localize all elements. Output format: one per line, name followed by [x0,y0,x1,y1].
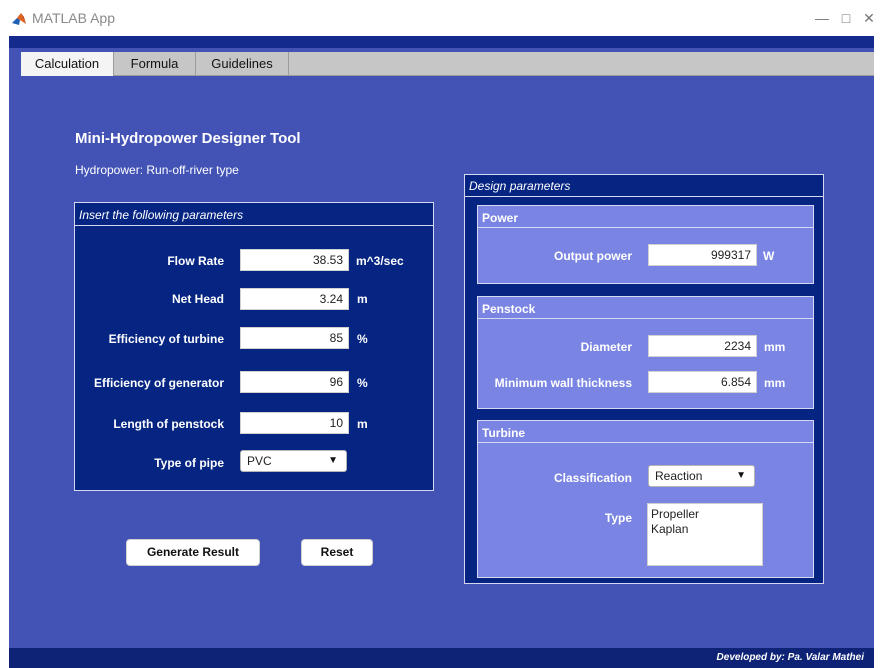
tab-guidelines[interactable]: Guidelines [196,52,289,76]
tab-formula[interactable]: Formula [114,52,196,76]
page-subtitle: Hydropower: Run-off-river type [75,163,239,177]
net-head-field[interactable]: 3.24 [240,288,349,310]
list-item[interactable]: Propeller [651,507,762,522]
wall-thickness-unit: mm [764,376,786,390]
penstock-panel-title: Penstock [482,302,536,316]
list-item[interactable]: Kaplan [651,522,762,537]
flow-rate-unit: m^3/sec [356,254,404,268]
diameter-field[interactable]: 2234 [648,335,757,357]
output-power-label: Output power [554,249,632,263]
net-head-label: Net Head [171,292,224,306]
turbine-efficiency-field[interactable]: 85 [240,327,349,349]
panel-divider [75,225,433,226]
type-label: Type [604,511,632,525]
pipe-type-label: Type of pipe [154,456,224,470]
tab-calculation[interactable]: Calculation [21,52,114,76]
output-power-unit: W [763,249,775,263]
turbine-efficiency-unit: % [357,332,368,346]
panel-divider [465,196,823,197]
wall-thickness-field[interactable]: 6.854 [648,371,757,393]
generator-efficiency-field[interactable]: 96 [240,371,349,393]
penstock-length-unit: m [357,417,368,431]
classification-value: Reaction [655,469,703,483]
net-head-unit: m [357,292,368,306]
flow-rate-label: Flow Rate [167,254,224,268]
matlab-icon [11,11,27,27]
output-power-field[interactable]: 999317 [648,244,757,266]
title-bar [0,0,882,36]
close-icon[interactable]: ✕ [859,8,879,28]
turbine-efficiency-label: Efficiency of turbine [108,332,224,346]
diameter-unit: mm [764,340,786,354]
generate-result-button[interactable]: Generate Result [126,539,260,566]
penstock-length-label: Length of penstock [113,417,224,431]
flow-rate-field[interactable]: 38.53 [240,249,349,271]
input-panel-title: Insert the following parameters [79,208,244,222]
reset-button[interactable]: Reset [301,539,373,566]
minimize-icon[interactable]: — [812,8,832,28]
page-title: Mini-Hydropower Designer Tool [75,130,301,147]
turbine-type-listbox[interactable]: Propeller Kaplan [647,503,763,566]
penstock-length-field[interactable]: 10 [240,412,349,434]
classification-label: Classification [553,471,632,485]
design-panel-title: Design parameters [469,179,571,193]
wall-thickness-label: Minimum wall thickness [494,376,632,390]
panel-divider [478,227,813,228]
turbine-panel [477,420,814,578]
turbine-panel-title: Turbine [482,426,526,440]
window-top-band [9,36,874,48]
window-title: MATLAB App [32,10,116,26]
power-panel [477,205,814,284]
panel-divider [478,442,813,443]
generator-efficiency-label: Efficiency of generator [93,376,224,390]
pipe-type-value: PVC [247,454,272,468]
caret-down-icon: ▼ [328,455,338,466]
caret-down-icon: ▼ [736,470,746,481]
panel-divider [478,318,813,319]
developer-credit: Developed by: Pa. Valar Mathei [716,652,864,663]
power-panel-title: Power [482,211,519,225]
classification-dropdown[interactable]: Reaction ▼ [648,465,755,487]
generator-efficiency-unit: % [357,376,368,390]
diameter-label: Diameter [580,340,632,354]
maximize-icon[interactable]: □ [836,8,856,28]
pipe-type-dropdown[interactable]: PVC ▼ [240,450,347,472]
